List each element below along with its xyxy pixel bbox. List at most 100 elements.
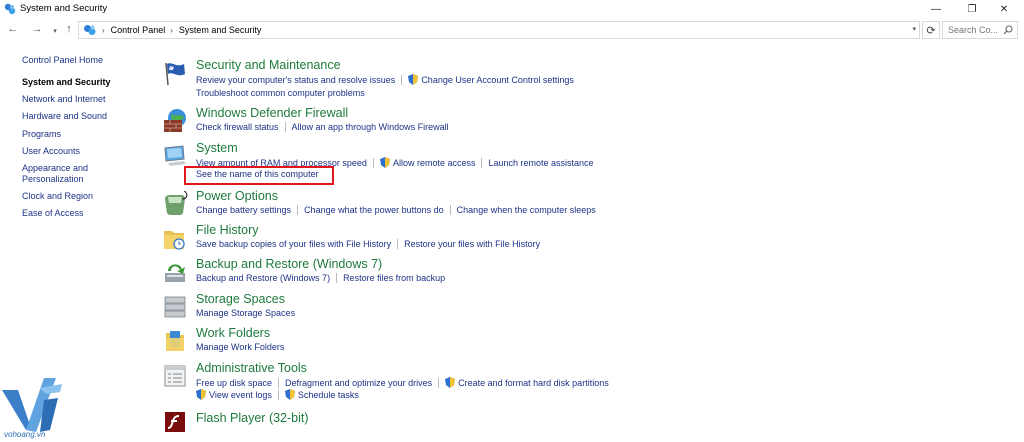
troubleshoot-link[interactable]: Troubleshoot common computer problems — [196, 88, 365, 98]
schedule-tasks-link[interactable]: Schedule tasks — [298, 390, 359, 400]
view-event-logs-link[interactable]: View event logs — [209, 390, 272, 400]
sidebar-item-hardware-and-sound[interactable]: Hardware and Sound — [22, 111, 152, 122]
restore-files-link[interactable]: Restore your files with File History — [404, 239, 540, 249]
link-divider — [278, 377, 280, 388]
uac-shield-icon — [408, 74, 419, 85]
maximize-button[interactable]: ❐ — [956, 0, 988, 18]
highlight-box — [184, 166, 334, 185]
navigation-bar: ← → ▾ ↑ › Control Panel › System and Sec… — [0, 20, 1024, 40]
breadcrumb-separator: › — [102, 25, 105, 35]
power-options-title[interactable]: Power Options — [196, 189, 278, 203]
watermark-text: vohoang.vn — [4, 430, 46, 439]
link-divider — [284, 122, 286, 132]
minimize-button[interactable]: — — [920, 0, 952, 18]
storage-icon — [164, 296, 186, 318]
sidebar-item-clock-and-region[interactable]: Clock and Region — [22, 191, 152, 202]
recent-locations-button[interactable]: ▾ — [48, 24, 62, 38]
review-status-link[interactable]: Review your computer's status and resolv… — [196, 75, 395, 85]
sidebar-item-system-and-security[interactable]: System and Security — [22, 77, 152, 88]
breadcrumb-control-panel[interactable]: Control Panel — [111, 25, 166, 35]
power-icon — [165, 191, 188, 215]
uac-shield-icon — [379, 157, 390, 168]
uac-shield-icon — [445, 377, 456, 388]
backup-and-restore-link[interactable]: Backup and Restore (Windows 7) — [196, 273, 330, 283]
power-links: Change battery settings Change what the … — [196, 205, 596, 215]
breadcrumb-separator: › — [170, 25, 173, 35]
address-bar[interactable]: › Control Panel › System and Security ▾ — [78, 21, 920, 39]
sidebar-item-appearance[interactable]: Appearance and — [22, 163, 152, 174]
computer-sleeps-link[interactable]: Change when the computer sleeps — [457, 205, 596, 215]
sidebar-item-ease-of-access[interactable]: Ease of Access — [22, 208, 152, 219]
allow-app-firewall-link[interactable]: Allow an app through Windows Firewall — [292, 122, 449, 132]
address-dropdown-button[interactable]: ▾ — [912, 25, 916, 33]
link-divider — [297, 205, 299, 215]
create-format-partitions-link[interactable]: Create and format hard disk partitions — [458, 378, 609, 388]
refresh-button[interactable]: ⟳ — [922, 21, 940, 39]
search-icon — [1003, 25, 1013, 35]
system-title[interactable]: System — [196, 141, 238, 155]
link-divider — [336, 273, 338, 283]
change-uac-settings-link[interactable]: Change User Account Control settings — [421, 75, 574, 85]
back-button[interactable]: ← — [6, 22, 20, 36]
work-folders-links: Manage Work Folders — [196, 342, 284, 352]
forward-button[interactable]: → — [30, 22, 44, 36]
link-divider — [449, 205, 451, 215]
breadcrumb-system-and-security[interactable]: System and Security — [179, 25, 262, 35]
manage-work-folders-link[interactable]: Manage Work Folders — [196, 342, 284, 352]
admin-links: Free up disk space Defragment and optimi… — [196, 377, 609, 388]
sidebar-control-panel-home[interactable]: Control Panel Home — [22, 55, 152, 65]
free-disk-space-link[interactable]: Free up disk space — [196, 378, 272, 388]
admin-links-row-2: View event logs Schedule tasks — [196, 389, 359, 400]
firewall-links: Check firewall status Allow an app throu… — [196, 122, 449, 132]
firewall-title[interactable]: Windows Defender Firewall — [196, 106, 348, 120]
file-history-links: Save backup copies of your files with Fi… — [196, 239, 540, 249]
manage-storage-spaces-link[interactable]: Manage Storage Spaces — [196, 308, 295, 318]
backup-icon — [165, 264, 185, 282]
storage-links: Manage Storage Spaces — [196, 308, 295, 318]
file-history-title[interactable]: File History — [196, 223, 259, 237]
search-input[interactable] — [948, 25, 1002, 35]
check-firewall-status-link[interactable]: Check firewall status — [196, 122, 279, 132]
defragment-link[interactable]: Defragment and optimize your drives — [285, 378, 432, 388]
save-backup-copies-link[interactable]: Save backup copies of your files with Fi… — [196, 239, 391, 249]
work-folders-icon — [166, 331, 184, 351]
link-divider — [401, 74, 403, 85]
control-panel-icon — [84, 25, 96, 35]
administrative-tools-title[interactable]: Administrative Tools — [196, 361, 307, 375]
title-bar: System and Security — ❐ ✕ — [0, 0, 1024, 18]
power-buttons-link[interactable]: Change what the power buttons do — [304, 205, 444, 215]
sidebar-item-programs[interactable]: Programs — [22, 129, 152, 140]
link-divider — [481, 157, 483, 168]
file-history-icon — [164, 231, 185, 250]
control-panel-icon — [4, 3, 16, 15]
launch-remote-assistance-link[interactable]: Launch remote assistance — [488, 158, 593, 168]
uac-shield-icon — [196, 389, 206, 400]
flash-icon — [165, 412, 185, 432]
link-divider — [438, 377, 440, 388]
link-divider — [397, 239, 399, 249]
window-title: System and Security — [20, 3, 108, 14]
sidebar: Control Panel Home System and Security N… — [22, 55, 152, 226]
storage-spaces-title[interactable]: Storage Spaces — [196, 292, 285, 306]
security-links-row-2: Troubleshoot common computer problems — [196, 88, 365, 98]
backup-and-restore-title[interactable]: Backup and Restore (Windows 7) — [196, 257, 382, 271]
flag-icon — [165, 62, 185, 86]
sidebar-item-user-accounts[interactable]: User Accounts — [22, 146, 152, 157]
security-and-maintenance-title[interactable]: Security and Maintenance — [196, 58, 341, 72]
work-folders-title[interactable]: Work Folders — [196, 326, 270, 340]
up-button[interactable]: ↑ — [62, 22, 76, 36]
uac-shield-icon — [284, 389, 295, 400]
backup-links: Backup and Restore (Windows 7) Restore f… — [196, 273, 445, 283]
flash-player-title[interactable]: Flash Player (32-bit) — [196, 411, 309, 425]
restore-files-from-backup-link[interactable]: Restore files from backup — [343, 273, 445, 283]
link-divider — [372, 157, 374, 168]
firewall-icon — [164, 109, 186, 132]
change-battery-settings-link[interactable]: Change battery settings — [196, 205, 291, 215]
security-links: Review your computer's status and resolv… — [196, 74, 574, 85]
sidebar-item-personalization[interactable]: Personalization — [22, 174, 152, 185]
admin-tools-icon — [164, 365, 186, 387]
close-button[interactable]: ✕ — [988, 0, 1020, 18]
allow-remote-access-link[interactable]: Allow remote access — [393, 158, 476, 168]
sidebar-item-network-and-internet[interactable]: Network and Internet — [22, 94, 152, 105]
search-box[interactable] — [942, 21, 1018, 39]
